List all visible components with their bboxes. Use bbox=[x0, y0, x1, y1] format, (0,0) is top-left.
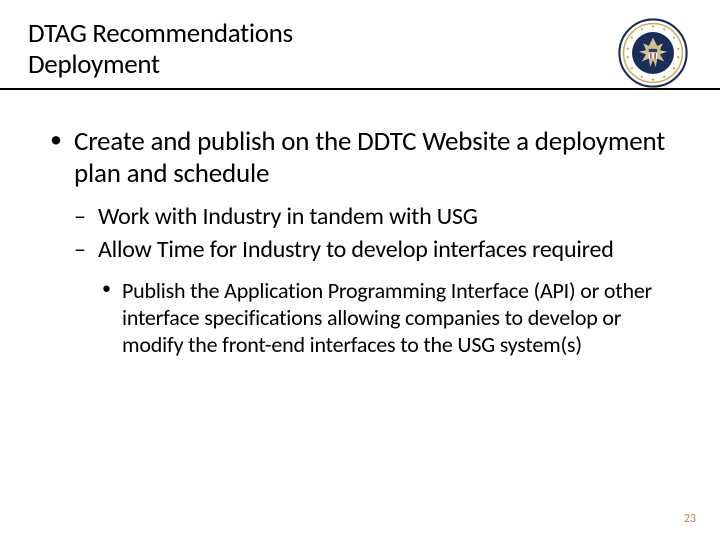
us-seal-svg bbox=[618, 18, 688, 88]
slide-header: DTAG Recommendations Deployment bbox=[0, 0, 720, 88]
bullet-list-lvl3: Publish the Application Programming Inte… bbox=[98, 278, 670, 358]
list-item-text: Work with Industry in tandem with USG bbox=[98, 202, 478, 231]
list-item-text: Allow Time for Industry to develop inter… bbox=[98, 235, 614, 264]
bullet-list-lvl2: Work with Industry in tandem with USG Al… bbox=[74, 203, 670, 359]
title-underline bbox=[0, 88, 720, 90]
list-item: Publish the Application Programming Inte… bbox=[98, 278, 670, 358]
list-item: Allow Time for Industry to develop inter… bbox=[74, 236, 670, 359]
title-line-2: Deployment bbox=[28, 48, 160, 81]
title-block: DTAG Recommendations Deployment bbox=[28, 18, 618, 80]
page-number: 23 bbox=[684, 512, 696, 526]
list-item: Create and publish on the DDTC Website a… bbox=[50, 126, 670, 359]
list-item-text: Create and publish on the DDTC Website a… bbox=[74, 125, 665, 190]
slide-content: Create and publish on the DDTC Website a… bbox=[0, 88, 720, 359]
list-item: Work with Industry in tandem with USG bbox=[74, 203, 670, 232]
seal-icon bbox=[618, 18, 688, 88]
list-item-text: Publish the Application Programming Inte… bbox=[122, 277, 652, 358]
bullet-list-lvl1: Create and publish on the DDTC Website a… bbox=[50, 126, 670, 359]
title-line-1: DTAG Recommendations bbox=[28, 17, 293, 50]
slide-title: DTAG Recommendations Deployment bbox=[28, 18, 618, 80]
